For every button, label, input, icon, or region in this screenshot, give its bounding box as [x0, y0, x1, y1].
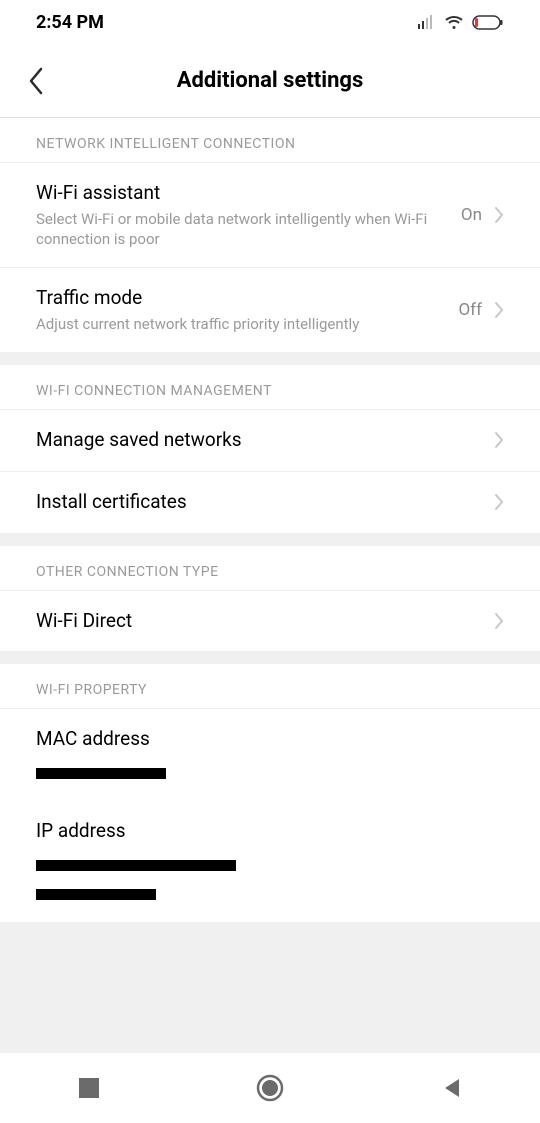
section-divider	[0, 534, 540, 546]
row-subtitle: Adjust current network traffic priority …	[36, 314, 446, 334]
section-header: WI-FI PROPERTY	[0, 664, 540, 708]
row-title: MAC address	[36, 727, 150, 752]
row-title: Install certificates	[36, 490, 482, 515]
triangle-left-icon	[441, 1077, 461, 1099]
chevron-right-icon	[494, 493, 504, 511]
nav-bar	[0, 1053, 540, 1123]
row-content: Wi-Fi Direct	[36, 609, 482, 634]
section-wifi-management: WI-FI CONNECTION MANAGEMENT Manage saved…	[0, 365, 540, 533]
row-content: Traffic mode Adjust current network traf…	[36, 286, 446, 334]
status-time: 2:54 PM	[36, 12, 104, 33]
section-divider	[0, 652, 540, 664]
nav-home-button[interactable]	[256, 1074, 284, 1102]
row-subtitle: Select Wi-Fi or mobile data network inte…	[36, 209, 449, 250]
status-icons	[418, 15, 504, 30]
chevron-right-icon	[494, 206, 504, 224]
row-content: Manage saved networks	[36, 428, 482, 453]
row-title: Wi-Fi Direct	[36, 609, 482, 634]
row-title: Wi-Fi assistant	[36, 181, 449, 206]
row-wifi-direct[interactable]: Wi-Fi Direct	[0, 590, 540, 653]
row-content: Install certificates	[36, 490, 482, 515]
circle-icon	[256, 1074, 284, 1102]
row-install-certificates[interactable]: Install certificates	[0, 471, 540, 534]
row-ip-address: IP address	[0, 797, 540, 922]
chevron-right-icon	[494, 612, 504, 630]
header: Additional settings	[0, 44, 540, 118]
battery-icon	[472, 15, 504, 30]
section-network-intelligent: NETWORK INTELLIGENT CONNECTION Wi-Fi ass…	[0, 118, 540, 353]
chevron-right-icon	[494, 431, 504, 449]
row-title: IP address	[36, 819, 126, 844]
signal-icon	[418, 15, 436, 29]
section-divider	[0, 353, 540, 365]
back-button[interactable]	[28, 67, 44, 95]
row-content: Wi-Fi assistant Select Wi-Fi or mobile d…	[36, 181, 449, 249]
row-value: On	[461, 205, 482, 225]
square-icon	[79, 1078, 99, 1098]
chevron-left-icon	[28, 67, 44, 95]
section-header: OTHER CONNECTION TYPE	[0, 546, 540, 590]
redacted-value	[36, 889, 156, 900]
row-manage-saved-networks[interactable]: Manage saved networks	[0, 409, 540, 471]
nav-recents-button[interactable]	[79, 1078, 99, 1098]
chevron-right-icon	[494, 301, 504, 319]
section-other-connection: OTHER CONNECTION TYPE Wi-Fi Direct	[0, 546, 540, 653]
status-bar: 2:54 PM	[0, 0, 540, 44]
page-title: Additional settings	[16, 68, 524, 93]
row-wifi-assistant[interactable]: Wi-Fi assistant Select Wi-Fi or mobile d…	[0, 162, 540, 267]
section-header: NETWORK INTELLIGENT CONNECTION	[0, 118, 540, 162]
row-traffic-mode[interactable]: Traffic mode Adjust current network traf…	[0, 267, 540, 353]
row-title: Traffic mode	[36, 286, 446, 311]
row-title: Manage saved networks	[36, 428, 482, 453]
section-wifi-property: WI-FI PROPERTY MAC address IP address	[0, 664, 540, 921]
redacted-value	[36, 860, 236, 871]
filler	[0, 922, 540, 1053]
nav-back-button[interactable]	[441, 1077, 461, 1099]
row-mac-address: MAC address	[0, 708, 540, 797]
wifi-icon	[444, 15, 464, 30]
redacted-value	[36, 768, 166, 779]
section-header: WI-FI CONNECTION MANAGEMENT	[0, 365, 540, 409]
row-value: Off	[458, 300, 482, 320]
